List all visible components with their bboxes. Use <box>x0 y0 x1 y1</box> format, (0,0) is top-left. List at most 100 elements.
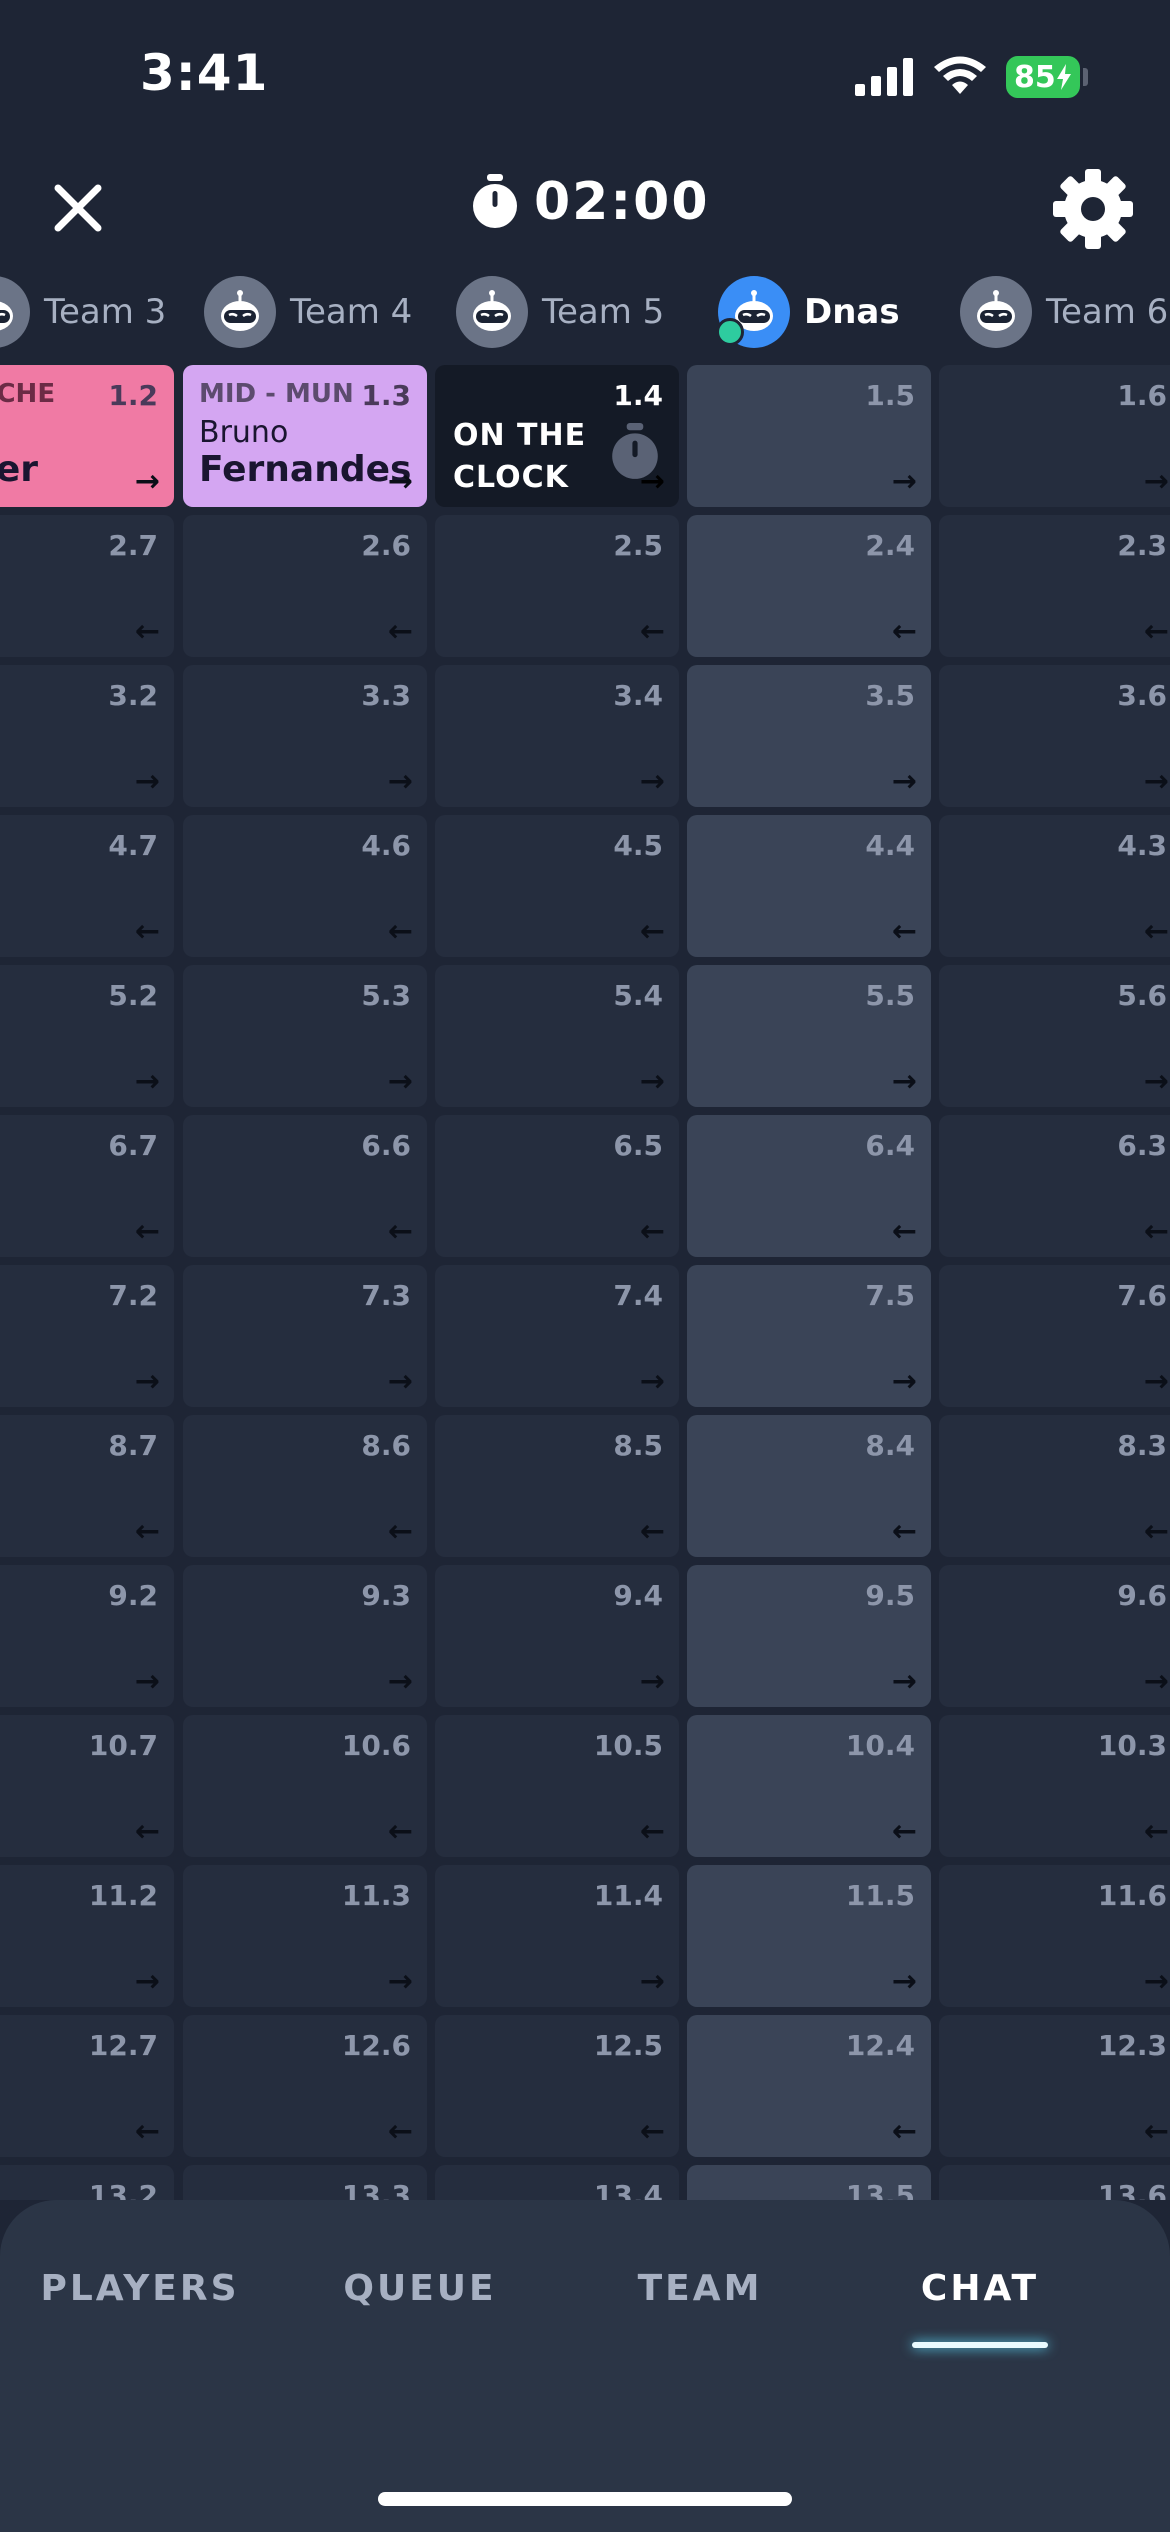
pick-number: 5.5 <box>865 979 915 1012</box>
empty-pick-slot[interactable]: 9.5 → <box>687 1565 931 1707</box>
empty-pick-slot[interactable]: 5.2 → <box>0 965 174 1107</box>
empty-pick-slot[interactable]: 3.3 → <box>183 665 427 807</box>
avatar <box>204 276 276 348</box>
robot-avatar-icon <box>977 290 1015 331</box>
empty-pick-slot[interactable]: 8.4 ← <box>687 1415 931 1557</box>
empty-pick-slot[interactable]: 9.3 → <box>183 1565 427 1707</box>
empty-pick-slot[interactable]: 3.2 → <box>0 665 174 807</box>
team-header-5[interactable]: Team 6 <box>960 270 1168 354</box>
empty-pick-slot[interactable]: 4.5 ← <box>435 815 679 957</box>
avatar <box>960 276 1032 348</box>
empty-pick-slot[interactable]: 5.4 → <box>435 965 679 1107</box>
empty-pick-slot[interactable]: 9.4 → <box>435 1565 679 1707</box>
player-pick-card[interactable]: 1.2D - CHEelmer→ <box>0 365 174 507</box>
arrow-left-icon: ← <box>639 1214 665 1249</box>
empty-pick-slot[interactable]: 7.3 → <box>183 1265 427 1407</box>
empty-pick-slot[interactable]: 7.5 → <box>687 1265 931 1407</box>
empty-pick-slot[interactable]: 8.5 ← <box>435 1415 679 1557</box>
empty-pick-slot[interactable]: 11.4 → <box>435 1865 679 2007</box>
empty-pick-slot[interactable]: 13.5→ <box>687 2165 931 2200</box>
empty-pick-slot[interactable]: 6.3 ← <box>939 1115 1170 1257</box>
arrow-left-icon: ← <box>134 1814 160 1849</box>
arrow-left-icon: ← <box>387 914 413 949</box>
empty-pick-slot[interactable]: 9.2 → <box>0 1565 174 1707</box>
empty-pick-slot[interactable]: 2.4 ← <box>687 515 931 657</box>
empty-pick-slot[interactable]: 12.4 ← <box>687 2015 931 2157</box>
empty-pick-slot[interactable]: 12.3 ← <box>939 2015 1170 2157</box>
empty-pick-slot[interactable]: 5.3 → <box>183 965 427 1107</box>
empty-pick-slot[interactable]: 7.6 → <box>939 1265 1170 1407</box>
battery-indicator: 85 <box>1006 56 1080 98</box>
empty-pick-slot[interactable]: 7.2 → <box>0 1265 174 1407</box>
cellular-signal-icon <box>855 58 913 96</box>
empty-pick-slot[interactable]: 2.7 ← <box>0 515 174 657</box>
empty-pick-slot[interactable]: 4.4 ← <box>687 815 931 957</box>
player-last-name: lmer <box>0 449 39 490</box>
empty-pick-slot[interactable]: 13.3→ <box>183 2165 427 2200</box>
tab-team[interactable]: TEAM <box>560 2268 840 2309</box>
empty-pick-slot[interactable]: 12.6 ← <box>183 2015 427 2157</box>
arrow-right-icon: → <box>891 764 917 799</box>
pick-number: 4.4 <box>865 829 915 862</box>
player-pick-card[interactable]: 1.3 MID - MUN Bruno Fernandes → <box>183 365 427 507</box>
settings-button[interactable] <box>1050 166 1136 252</box>
empty-pick-slot[interactable]: 5.6 → <box>939 965 1170 1107</box>
empty-pick-slot[interactable]: 13.4→ <box>435 2165 679 2200</box>
close-button[interactable] <box>40 170 116 246</box>
empty-pick-slot[interactable]: 3.5 → <box>687 665 931 807</box>
empty-pick-slot[interactable]: 10.4 ← <box>687 1715 931 1857</box>
player-position: MID - MUN <box>199 379 354 409</box>
clock-label-line-1: ON THE <box>453 418 587 453</box>
tab-players[interactable]: PLAYERS <box>0 2268 280 2309</box>
arrow-left-icon: ← <box>134 1214 160 1249</box>
arrow-right-icon: → <box>639 1964 665 1999</box>
empty-pick-slot[interactable]: 1.5 → <box>687 365 931 507</box>
stopwatch-icon <box>473 174 517 228</box>
empty-pick-slot[interactable]: 8.3 ← <box>939 1415 1170 1557</box>
empty-pick-slot[interactable]: 12.7 ← <box>0 2015 174 2157</box>
pick-number: 7.5 <box>865 1279 915 1312</box>
empty-pick-slot[interactable]: 10.7 ← <box>0 1715 174 1857</box>
empty-pick-slot[interactable]: 6.7 ← <box>0 1115 174 1257</box>
empty-pick-slot[interactable]: 13.2→ <box>0 2165 174 2200</box>
empty-pick-slot[interactable]: 11.5 → <box>687 1865 931 2007</box>
team-header-1[interactable]: Team 3 <box>0 270 166 354</box>
pick-number: 12.3 <box>1097 2029 1167 2062</box>
empty-pick-slot[interactable]: 6.6 ← <box>183 1115 427 1257</box>
arrow-right-icon: → <box>387 1664 413 1699</box>
empty-pick-slot[interactable]: 2.5 ← <box>435 515 679 657</box>
empty-pick-slot[interactable]: 13.6→ <box>939 2165 1170 2200</box>
empty-pick-slot[interactable]: 2.3 ← <box>939 515 1170 657</box>
on-the-clock-card[interactable]: 1.4 ON THE CLOCK → <box>435 365 679 507</box>
empty-pick-slot[interactable]: 11.3 → <box>183 1865 427 2007</box>
pick-number: 4.7 <box>108 829 158 862</box>
empty-pick-slot[interactable]: 4.7 ← <box>0 815 174 957</box>
empty-pick-slot[interactable]: 6.5 ← <box>435 1115 679 1257</box>
team-header-2[interactable]: Team 4 <box>204 270 412 354</box>
tab-chat[interactable]: CHAT <box>840 2268 1120 2348</box>
empty-pick-slot[interactable]: 11.6 → <box>939 1865 1170 2007</box>
empty-pick-slot[interactable]: 10.6 ← <box>183 1715 427 1857</box>
empty-pick-slot[interactable]: 1.6 → <box>939 365 1170 507</box>
team-header-4[interactable]: Dnas <box>716 270 900 354</box>
empty-pick-slot[interactable]: 8.6 ← <box>183 1415 427 1557</box>
empty-pick-slot[interactable]: 9.6 → <box>939 1565 1170 1707</box>
empty-pick-slot[interactable]: 7.4 → <box>435 1265 679 1407</box>
empty-pick-slot[interactable]: 2.6 ← <box>183 515 427 657</box>
pick-number: 11.4 <box>593 1879 663 1912</box>
empty-pick-slot[interactable]: 3.6 → <box>939 665 1170 807</box>
empty-pick-slot[interactable]: 4.3 ← <box>939 815 1170 957</box>
tab-queue[interactable]: QUEUE <box>280 2268 560 2309</box>
arrow-right-icon: → <box>134 464 160 499</box>
team-header-3[interactable]: Team 5 <box>456 270 664 354</box>
empty-pick-slot[interactable]: 10.3 ← <box>939 1715 1170 1857</box>
empty-pick-slot[interactable]: 3.4 → <box>435 665 679 807</box>
empty-pick-slot[interactable]: 4.6 ← <box>183 815 427 957</box>
empty-pick-slot[interactable]: 6.4 ← <box>687 1115 931 1257</box>
empty-pick-slot[interactable]: 8.7 ← <box>0 1415 174 1557</box>
empty-pick-slot[interactable]: 12.5 ← <box>435 2015 679 2157</box>
empty-pick-slot[interactable]: 10.5 ← <box>435 1715 679 1857</box>
empty-pick-slot[interactable]: 11.2 → <box>0 1865 174 2007</box>
empty-pick-slot[interactable]: 5.5 → <box>687 965 931 1107</box>
player-position: D - CHE <box>0 379 56 409</box>
